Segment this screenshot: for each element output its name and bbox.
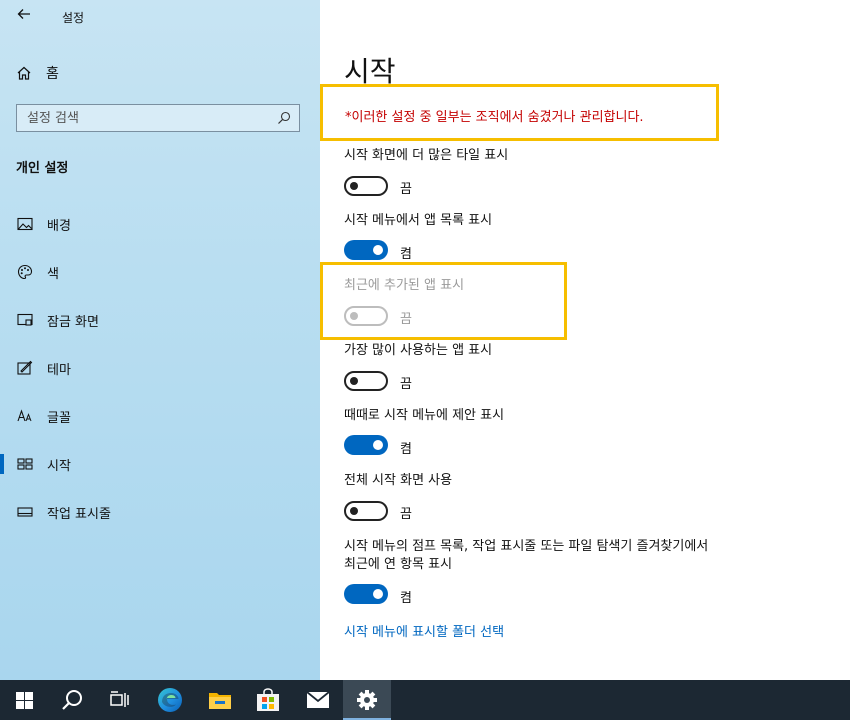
section-title: 개인 설정 (16, 161, 69, 176)
home-label: 홈 (46, 66, 59, 82)
back-button[interactable] (14, 6, 34, 26)
settings-gear-icon (357, 690, 377, 710)
taskbar-search-button[interactable] (48, 680, 96, 720)
setting-label-more-tiles: 시작 화면에 더 많은 타일 표시 (344, 148, 509, 163)
app-title: 설정 (62, 11, 85, 25)
file-explorer-icon (209, 693, 231, 709)
sidebar-item-label: 글꼴 (47, 410, 71, 426)
sidebar-item-taskbar[interactable]: 작업 표시줄 (0, 494, 320, 530)
start-icon (16, 455, 34, 473)
setting-label-recently-added: 최근에 추가된 앱 표시 (344, 278, 465, 293)
sidebar-item-label: 잠금 화면 (47, 314, 99, 330)
sidebar-item-label: 배경 (47, 218, 71, 234)
image-icon (16, 215, 34, 233)
setting-label-most-used: 가장 많이 사용하는 앱 표시 (344, 343, 493, 358)
toggle-state-jump-list: 켬 (400, 591, 412, 606)
active-indicator (0, 454, 4, 474)
sidebar-item-label: 색 (47, 266, 59, 282)
home-link[interactable]: 홈 (16, 60, 59, 86)
toggle-knob (350, 312, 358, 320)
toggle-knob (373, 245, 383, 255)
search-box[interactable] (16, 104, 300, 132)
sidebar: 설정 홈 개인 설정 배경 색 잠금 화면 테마 글꼴 (0, 0, 320, 680)
toggle-knob (350, 182, 358, 190)
toggle-knob (373, 440, 383, 450)
search-icon (62, 690, 82, 710)
lock-screen-icon (16, 311, 34, 329)
sidebar-item-color[interactable]: 색 (0, 254, 320, 290)
start-button[interactable] (0, 680, 48, 720)
edge-icon (158, 688, 182, 712)
toggle-state-more-tiles: 끔 (400, 182, 412, 197)
palette-icon (16, 263, 34, 281)
sidebar-item-start[interactable]: 시작 (0, 446, 320, 482)
edge-button[interactable] (146, 680, 194, 720)
task-view-icon (110, 691, 129, 707)
toggle-state-recently-added: 끔 (400, 312, 412, 327)
font-icon (16, 407, 34, 425)
highlight-box (320, 262, 567, 340)
toggle-suggestions[interactable] (344, 435, 388, 455)
toggle-full-screen[interactable] (344, 501, 388, 521)
toggle-knob (350, 377, 358, 385)
search-icon[interactable] (277, 111, 291, 125)
managed-notice-text: *이러한 설정 중 일부는 조직에서 숨겼거나 관리합니다. (345, 110, 644, 125)
sidebar-item-fonts[interactable]: 글꼴 (0, 398, 320, 434)
sidebar-item-label: 시작 (47, 458, 71, 474)
setting-label-full-screen: 전체 시작 화면 사용 (344, 473, 453, 488)
toggle-state-full-screen: 끔 (400, 507, 412, 522)
theme-icon (16, 359, 34, 377)
choose-folders-link[interactable]: 시작 메뉴에 표시할 폴더 선택 (344, 621, 504, 640)
windows-start-icon (15, 691, 33, 709)
sidebar-item-lock-screen[interactable]: 잠금 화면 (0, 302, 320, 338)
sidebar-item-theme[interactable]: 테마 (0, 350, 320, 386)
toggle-most-used[interactable] (344, 371, 388, 391)
toggle-recently-added (344, 306, 388, 326)
toggle-state-most-used: 끔 (400, 377, 412, 392)
file-explorer-button[interactable] (196, 680, 244, 720)
title-bar: 설정 (0, 0, 320, 32)
sidebar-item-label: 테마 (47, 362, 71, 378)
setting-label-jump-list-line1: 시작 메뉴의 점프 목록, 작업 표시줄 또는 파일 탐색기 즐겨찾기에서 (344, 539, 709, 554)
settings-taskbar-button[interactable] (343, 680, 391, 720)
setting-label-app-list: 시작 메뉴에서 앱 목록 표시 (344, 213, 493, 228)
toggle-knob (350, 507, 358, 515)
toggle-knob (373, 589, 383, 599)
mail-button[interactable] (294, 680, 342, 720)
toggle-jump-list[interactable] (344, 584, 388, 604)
toggle-state-suggestions: 켬 (400, 442, 412, 457)
sidebar-item-label: 작업 표시줄 (47, 506, 111, 522)
back-arrow-icon (17, 9, 30, 19)
setting-label-suggestions: 때때로 시작 메뉴에 제안 표시 (344, 408, 505, 423)
search-input[interactable] (27, 110, 267, 126)
sidebar-item-background[interactable]: 배경 (0, 206, 320, 242)
setting-label-jump-list-line2: 최근에 연 항목 표시 (344, 557, 453, 572)
store-button[interactable] (244, 680, 292, 720)
main-content: 시작 *이러한 설정 중 일부는 조직에서 숨겼거나 관리합니다. 시작 화면에… (320, 0, 850, 680)
home-icon (17, 66, 31, 80)
managed-notice: *이러한 설정 중 일부는 조직에서 숨겼거나 관리합니다. (320, 84, 719, 141)
mail-icon (306, 691, 330, 708)
toggle-state-app-list: 켬 (400, 247, 412, 262)
toggle-app-list[interactable] (344, 240, 388, 260)
toggle-more-tiles[interactable] (344, 176, 388, 196)
store-icon (257, 688, 279, 711)
task-view-button[interactable] (96, 680, 144, 720)
taskbar (0, 680, 850, 720)
taskbar-icon (16, 503, 34, 521)
